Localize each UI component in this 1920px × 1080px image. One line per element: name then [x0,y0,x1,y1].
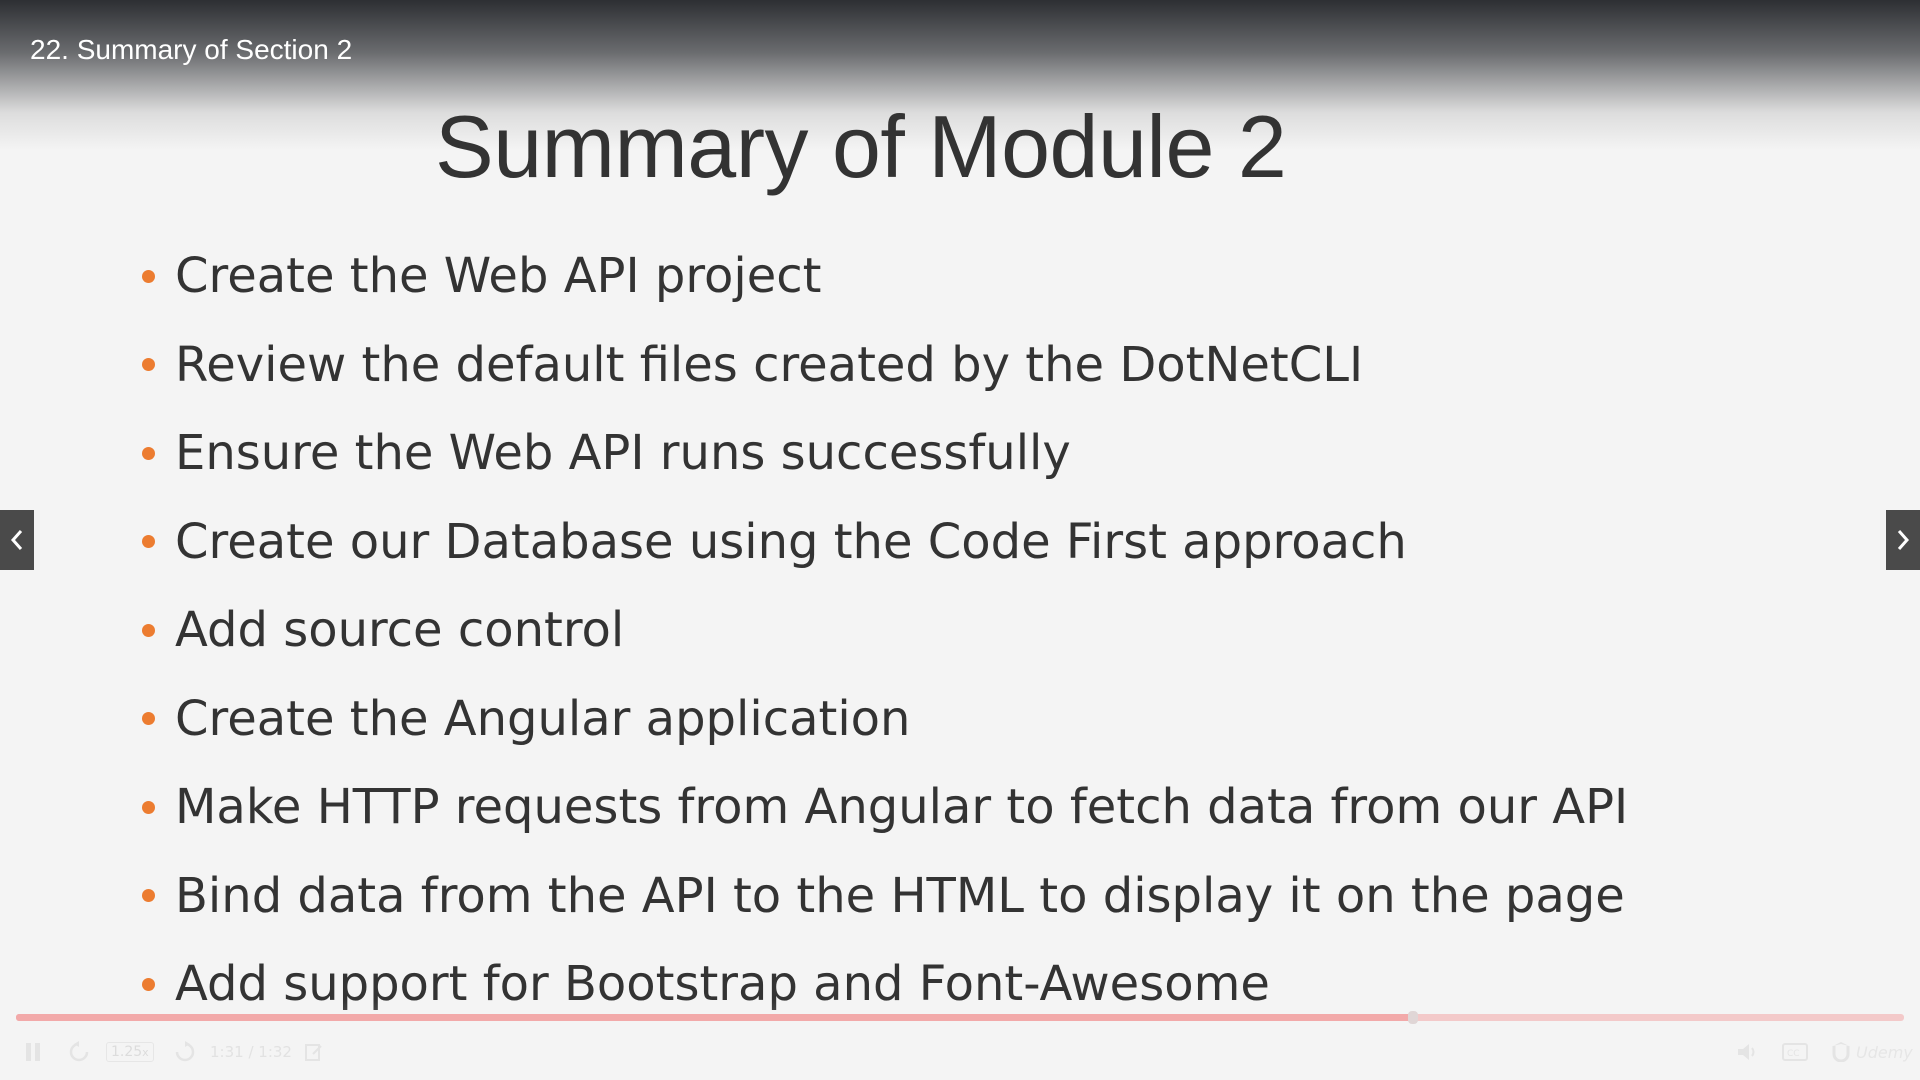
brand-name: Udemy [1856,1042,1913,1062]
captions-button[interactable]: CC [1782,1040,1808,1064]
progress-handle[interactable] [1408,1011,1419,1024]
progress-fill [16,1014,1414,1021]
bullet-text: Add source control [175,602,625,659]
slide-title: Summary of Module 2 [435,97,1287,196]
slide-bullet: Add source control [140,586,1628,675]
bullet-dot-icon [142,623,155,637]
slide-bullet: Bind data from the API to the HTML to di… [140,852,1628,941]
bullet-dot-icon [142,358,155,372]
svg-text:CC: CC [1787,1049,1800,1059]
slide-bullet: Make HTTP requests from Angular to fetch… [140,763,1628,852]
bullet-dot-icon [142,712,155,726]
brand-logo: Udemy [1830,1040,1913,1064]
bullet-text: Create our Database using the Code First… [175,513,1407,570]
time-display: 1:31 / 1:32 [210,1043,292,1061]
bullet-dot-icon [142,889,155,903]
previous-lecture-button[interactable] [0,510,34,570]
volume-icon [1738,1044,1755,1060]
progress-bar[interactable] [16,1011,1904,1024]
slide-bullet: Create our Database using the Code First… [140,498,1628,587]
bullet-text: Bind data from the API to the HTML to di… [175,867,1625,924]
playback-speed-button[interactable]: 1.25x [106,1040,154,1064]
bullet-dot-icon [142,269,155,283]
bullet-text: Create the Angular application [175,690,911,747]
slide-bullet-list: Create the Web API project Review the de… [140,232,1628,1029]
rewind-icon [69,1041,89,1062]
notes-icon [305,1044,322,1061]
bullet-dot-icon [142,800,155,814]
pause-icon [26,1043,40,1061]
bullet-text: Review the default files created by the … [175,336,1364,393]
bullet-text: Ensure the Web API runs successfully [175,425,1071,482]
captions-icon: CC [1782,1043,1808,1061]
rewind-button[interactable] [68,1040,90,1064]
playback-speed-suffix: x [142,1046,149,1059]
bullet-text: Create the Web API project [175,248,822,305]
play-pause-button[interactable] [24,1040,42,1064]
chevron-left-icon [10,530,23,550]
bullet-dot-icon [142,535,155,549]
forward-icon [175,1041,195,1062]
volume-button[interactable] [1736,1040,1760,1064]
playback-speed-value: 1.25 [111,1044,143,1060]
slide-bullet: Create the Angular application [140,675,1628,764]
lecture-title: 22. Summary of Section 2 [30,34,353,65]
forward-button[interactable] [174,1040,196,1064]
slide-bullet: Create the Web API project [140,232,1628,321]
slide-bullet: Ensure the Web API runs successfully [140,409,1628,498]
bullet-dot-icon [142,977,155,991]
slide-bullet: Review the default files created by the … [140,321,1628,410]
chevron-right-icon [1897,530,1910,550]
next-lecture-button[interactable] [1886,510,1920,570]
bullet-text: Make HTTP requests from Angular to fetch… [175,779,1629,836]
add-note-button[interactable] [304,1040,324,1064]
bullet-dot-icon [142,446,155,460]
brand-logo-icon [1832,1042,1850,1062]
